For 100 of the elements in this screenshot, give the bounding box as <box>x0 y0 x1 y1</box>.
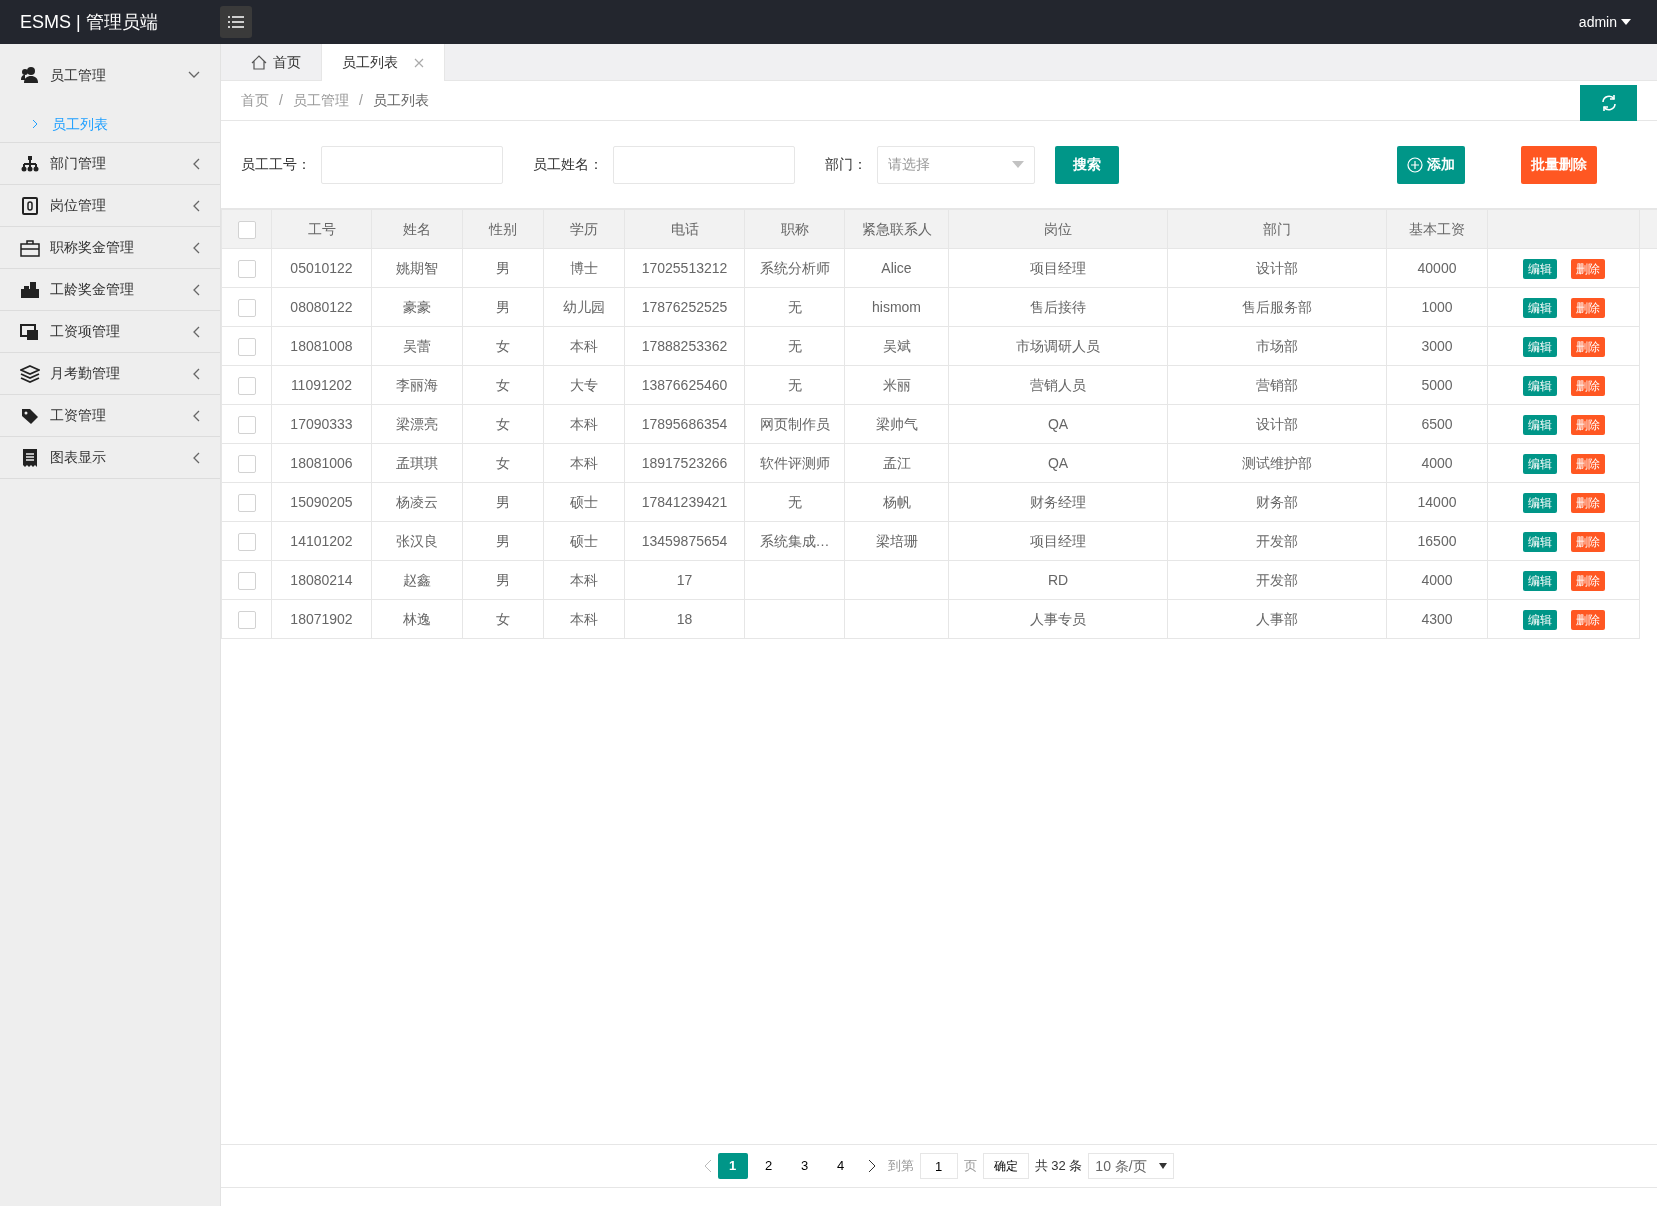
refresh-button[interactable] <box>1580 85 1637 121</box>
caret-icon <box>1012 161 1024 168</box>
checkbox[interactable] <box>237 376 256 395</box>
checkbox[interactable] <box>237 259 256 278</box>
users-icon <box>20 65 40 85</box>
edit-button[interactable]: 编辑 <box>1522 570 1557 591</box>
edit-button[interactable]: 编辑 <box>1522 531 1557 552</box>
sidebar-item[interactable]: 员工管理 <box>0 44 220 106</box>
table-cell: QA <box>948 404 1168 444</box>
batch-delete-button[interactable]: 批量删除 <box>1521 145 1597 184</box>
sidebar-item[interactable]: 工龄奖金管理 <box>0 269 220 310</box>
checkbox[interactable] <box>237 610 256 629</box>
menu-icon <box>228 16 244 28</box>
menu-button[interactable] <box>220 6 252 38</box>
page-unit-label: 页 <box>963 1157 977 1176</box>
delete-button[interactable]: 删除 <box>1570 531 1605 552</box>
edit-button[interactable]: 编辑 <box>1522 609 1557 630</box>
table-cell: 08080122 <box>271 287 372 327</box>
page-button[interactable]: 4 <box>825 1153 856 1179</box>
checkbox[interactable] <box>237 415 256 434</box>
close-icon[interactable] <box>414 57 424 68</box>
breadcrumb-link[interactable]: 员工管理 <box>292 90 349 111</box>
search-button[interactable]: 搜索 <box>1055 145 1119 184</box>
input-field[interactable] <box>321 145 503 184</box>
checkbox[interactable] <box>237 454 256 473</box>
table-cell: 15090205 <box>271 482 372 522</box>
edit-button[interactable]: 编辑 <box>1522 453 1557 474</box>
page-button[interactable]: 2 <box>753 1153 784 1179</box>
add-button[interactable]: 添加 <box>1397 145 1465 184</box>
chevron-left-icon <box>192 409 200 422</box>
table-cell: 13876625460 <box>624 365 745 405</box>
breadcrumb-separator: / <box>279 91 283 110</box>
table-cell: 17090333 <box>271 404 372 444</box>
confirm-button[interactable]: 确定 <box>982 1153 1029 1179</box>
input-field[interactable] <box>613 145 795 184</box>
table-cell: 吴蕾 <box>371 326 463 366</box>
edit-button[interactable]: 编辑 <box>1522 414 1557 435</box>
table-cell: 测试维护部 <box>1167 443 1387 483</box>
sidebar-item[interactable]: 岗位管理 <box>0 185 220 226</box>
delete-button[interactable]: 删除 <box>1570 492 1605 513</box>
page-input[interactable]: 1 <box>919 1153 958 1179</box>
table-cell: 女 <box>462 599 544 639</box>
checkbox[interactable] <box>237 220 256 239</box>
checkbox[interactable] <box>237 298 256 317</box>
table-cell: 系统集成… <box>744 521 845 561</box>
delete-button[interactable]: 删除 <box>1570 336 1605 357</box>
table-cell: 本科 <box>543 599 625 639</box>
delete-button[interactable]: 删除 <box>1570 570 1605 591</box>
page-button[interactable]: 1 <box>717 1153 748 1179</box>
table-cell: 女 <box>462 443 544 483</box>
edit-button[interactable]: 编辑 <box>1522 492 1557 513</box>
edit-button[interactable]: 编辑 <box>1522 258 1557 279</box>
page-size-select[interactable]: 10 条/页 <box>1088 1153 1175 1179</box>
table-cell: RD <box>948 560 1168 600</box>
breadcrumb-link[interactable]: 员工列表 <box>372 90 429 111</box>
sidebar-item[interactable]: 图表显示 <box>0 437 220 478</box>
sidebar-item[interactable]: 职称奖金管理 <box>0 227 220 268</box>
app-title: ESMS | 管理员端 <box>19 10 159 34</box>
table-cell: 男 <box>462 560 544 600</box>
delete-button[interactable]: 删除 <box>1570 297 1605 318</box>
table-cell: 男 <box>462 287 544 327</box>
sidebar-item[interactable]: 部门管理 <box>0 143 220 184</box>
chevron-left-icon <box>192 367 200 380</box>
table-cell: 林逸 <box>371 599 463 639</box>
table-cell: 营销人员 <box>948 365 1168 405</box>
checkbox[interactable] <box>237 493 256 512</box>
chevron-left-icon <box>192 283 200 296</box>
delete-button[interactable]: 删除 <box>1570 453 1605 474</box>
edit-button[interactable]: 编辑 <box>1522 297 1557 318</box>
checkbox[interactable] <box>237 337 256 356</box>
tab[interactable]: 首页 <box>231 44 321 81</box>
table-cell: 杨凌云 <box>371 482 463 522</box>
tab[interactable]: 员工列表 <box>321 44 445 81</box>
chevron-down-icon <box>188 71 200 79</box>
breadcrumb-link[interactable]: 首页 <box>241 90 269 111</box>
table-cell: 本科 <box>543 560 625 600</box>
checkbox[interactable] <box>237 532 256 551</box>
table-cell: 孟琪琪 <box>371 443 463 483</box>
table-cell: 孟江 <box>844 443 949 483</box>
delete-button[interactable]: 删除 <box>1570 414 1605 435</box>
page-button[interactable]: 3 <box>789 1153 820 1179</box>
chevron-right-icon[interactable] <box>867 1159 876 1173</box>
sidebar-item[interactable]: 工资项管理 <box>0 311 220 352</box>
chevron-left-icon[interactable] <box>703 1159 712 1173</box>
delete-button[interactable]: 删除 <box>1570 375 1605 396</box>
delete-button[interactable]: 删除 <box>1570 609 1605 630</box>
delete-button[interactable]: 删除 <box>1570 258 1605 279</box>
select-field[interactable]: 请选择 <box>877 145 1035 184</box>
user-menu[interactable]: admin <box>1572 10 1637 34</box>
table-cell: 幼儿园 <box>543 287 625 327</box>
edit-button[interactable]: 编辑 <box>1522 336 1557 357</box>
sidebar-subitem[interactable]: 员工列表 <box>0 106 220 142</box>
chevron-left-icon <box>192 451 200 464</box>
table-cell: 豪豪 <box>371 287 463 327</box>
checkbox[interactable] <box>237 571 256 590</box>
sidebar-item[interactable]: 工资管理 <box>0 395 220 436</box>
table-cell: 17888253362 <box>624 326 745 366</box>
table-cell: 18080214 <box>271 560 372 600</box>
sidebar-item[interactable]: 月考勤管理 <box>0 353 220 394</box>
edit-button[interactable]: 编辑 <box>1522 375 1557 396</box>
